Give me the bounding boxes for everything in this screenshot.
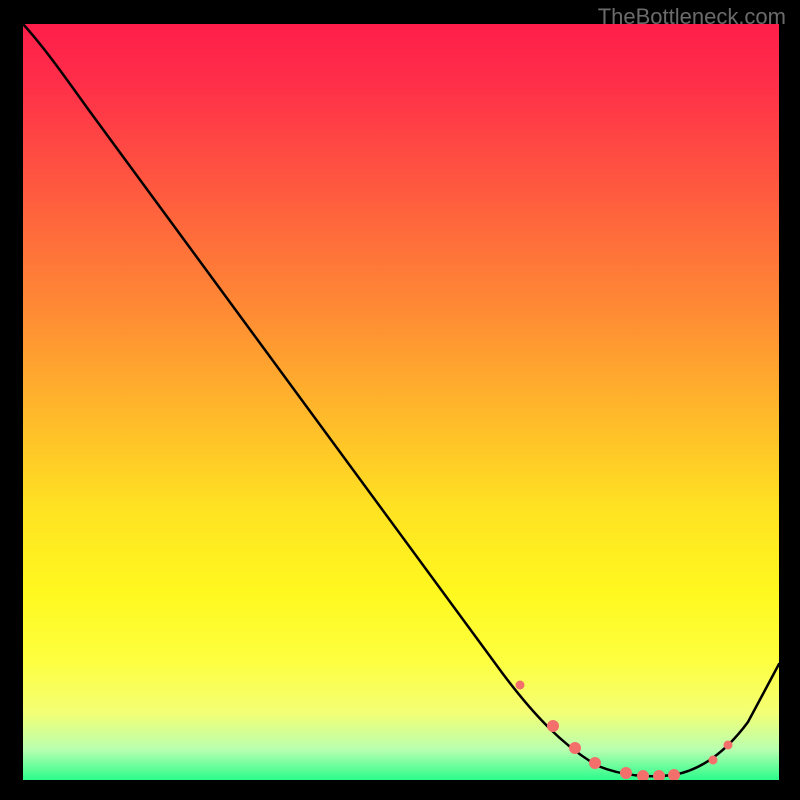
plot-area <box>23 24 779 780</box>
highlight-dot <box>569 742 581 754</box>
highlight-dot <box>724 741 733 750</box>
highlight-dot <box>637 770 649 780</box>
highlight-dot <box>516 681 525 690</box>
curve-path <box>23 24 779 776</box>
highlight-dot <box>589 757 601 769</box>
highlight-dot <box>668 769 680 780</box>
chart-curve <box>23 24 779 780</box>
highlight-dot <box>547 720 559 732</box>
highlight-dot <box>709 756 718 765</box>
watermark-text: TheBottleneck.com <box>598 4 786 30</box>
highlight-dot <box>653 770 665 780</box>
highlight-dot <box>620 767 632 779</box>
